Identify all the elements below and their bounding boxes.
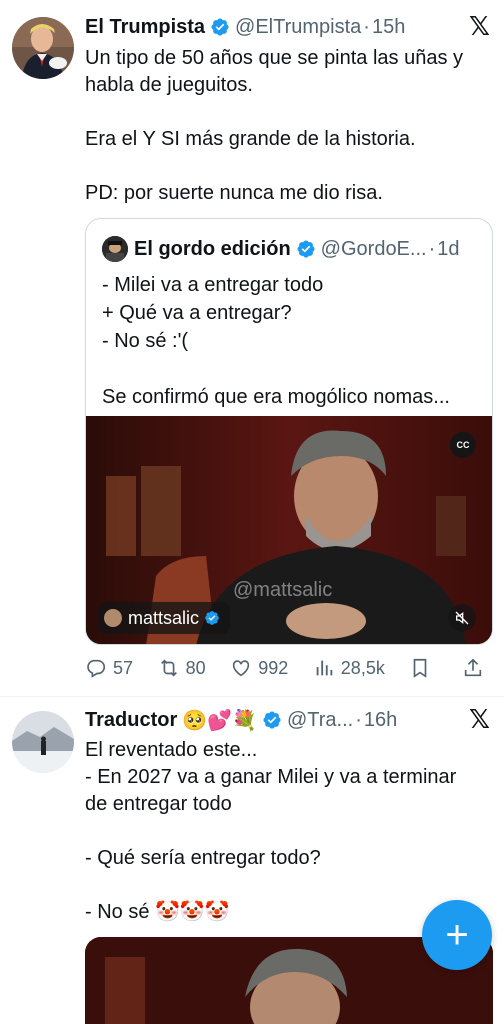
avatar-eltrumpista[interactable] — [12, 17, 74, 79]
views-bar-chart-icon — [316, 660, 333, 676]
views-count: 28,5k — [340, 657, 385, 678]
author-handle[interactable]: @Tra... — [287, 709, 353, 732]
tweet-line: habla de jueguitos. — [85, 74, 253, 96]
captions-button[interactable]: CC — [450, 432, 476, 458]
verified-badge-icon — [210, 17, 230, 37]
separator-dot: · — [355, 708, 362, 731]
heart-icon — [233, 660, 250, 677]
quote-line: - Milei va a entregar todo — [102, 274, 324, 296]
quote-text: - Milei va a entregar todo + Qué va a en… — [102, 271, 478, 411]
tweet-text: Un tipo de 50 años que se pinta las uñas… — [85, 45, 492, 207]
avatar-image — [12, 17, 74, 79]
reply-count: 57 — [113, 657, 134, 678]
tweet-line: - Qué sería entregar todo? — [85, 847, 321, 869]
tweet-line: Era el Y SI más grande de la historia. — [85, 128, 416, 150]
tweet-line: El reventado este... — [85, 739, 258, 761]
author-name-emojis: 🥺💕💐 — [182, 709, 257, 732]
retweet-count: 80 — [185, 657, 206, 678]
views-button[interactable]: 28,5k — [313, 657, 385, 679]
verified-badge-icon — [204, 610, 220, 626]
separator-dot: · — [428, 237, 436, 260]
reply-icon — [87, 659, 106, 678]
quote-author-handle[interactable]: @GordoE... — [321, 238, 427, 261]
tweet-time[interactable]: 16h — [364, 709, 397, 732]
speaker-muted-icon — [455, 611, 469, 625]
quote-header: El gordo edición @GordoE... · 1d — [102, 235, 460, 263]
creator-name: mattsalic — [128, 607, 200, 628]
quote-avatar — [102, 236, 128, 262]
share-button[interactable] — [462, 657, 490, 679]
tweet-eltrumpista[interactable]: El Trumpista @ElTrumpista · 15h 𝕏 Un tip… — [0, 0, 504, 697]
tweet-time[interactable]: 15h — [372, 16, 405, 39]
compose-tweet-button[interactable]: + — [422, 900, 492, 970]
author-name[interactable]: Traductor — [85, 709, 177, 732]
share-icon — [464, 658, 482, 677]
avatar-image — [12, 711, 74, 773]
quote-line: + Qué va a entregar? — [102, 302, 292, 324]
quote-time[interactable]: 1d — [437, 238, 459, 261]
video-creator-tag[interactable]: mattsalic — [98, 602, 231, 634]
verified-badge-icon — [296, 239, 316, 259]
tweet-line: Un tipo de 50 años que se pinta las uñas… — [85, 47, 464, 69]
creator-avatar — [104, 609, 122, 627]
quote-author-name[interactable]: El gordo edición — [134, 238, 291, 261]
retweet-button[interactable]: 80 — [158, 657, 206, 679]
like-button[interactable]: 992 — [230, 657, 288, 679]
author-name[interactable]: El Trumpista — [85, 16, 205, 39]
tweet-actions: 57 80 992 28,5k — [85, 652, 490, 684]
video-watermark: @mattsalic — [233, 579, 333, 601]
avatar-traductor[interactable] — [12, 711, 74, 773]
bookmark-icon — [414, 658, 427, 678]
video-player[interactable]: CC @mattsalic mattsalic — [86, 416, 492, 644]
quote-line: Se confirmó que era mogólico nomas... — [102, 386, 450, 408]
x-logo-icon: 𝕏 — [469, 705, 490, 735]
quote-line: - No sé :'( — [102, 330, 189, 352]
author-handle[interactable]: @ElTrumpista — [235, 16, 361, 39]
retweet-icon — [160, 659, 177, 677]
tweet-header: Traductor 🥺💕💐 @Tra... · 16h — [85, 705, 494, 735]
reply-button[interactable]: 57 — [85, 657, 133, 679]
bookmark-button[interactable] — [409, 657, 437, 679]
quoted-tweet[interactable]: El gordo edición @GordoE... · 1d - Milei… — [85, 218, 493, 645]
x-logo-icon: 𝕏 — [469, 12, 490, 42]
tweet-line: de entregar todo — [85, 793, 232, 815]
tweet-header: El Trumpista @ElTrumpista · 15h — [85, 12, 494, 42]
separator-dot: · — [363, 15, 370, 38]
tweet-text: El reventado este... - En 2027 va a gana… — [85, 737, 492, 926]
verified-badge-icon — [262, 710, 282, 730]
tweet-line: PD: por suerte nunca me dio risa. — [85, 182, 383, 204]
mute-button[interactable] — [448, 604, 476, 632]
tweet-line: - En 2027 va a ganar Milei y va a termin… — [85, 766, 457, 788]
like-count: 992 — [258, 657, 289, 678]
